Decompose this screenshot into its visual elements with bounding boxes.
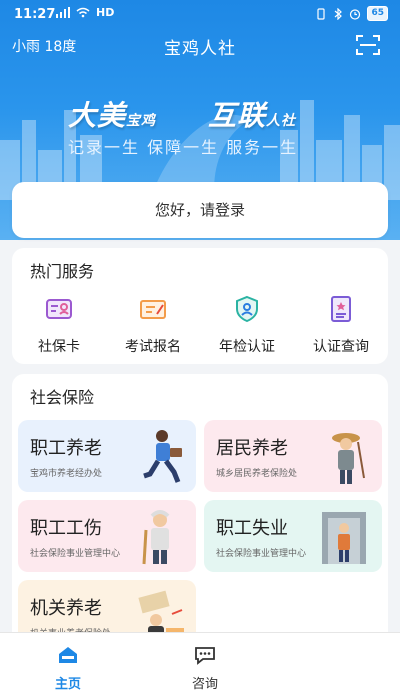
document-star-icon xyxy=(331,296,351,322)
home-icon xyxy=(59,647,77,663)
farmer-illustration xyxy=(332,433,365,484)
status-time: 11:27 xyxy=(14,7,56,22)
card-unemployment[interactable]: 职工失业 社会保险事业管理中心 xyxy=(204,500,382,572)
card-employee-pension[interactable]: 职工养老 宝鸡市养老经办处 xyxy=(18,420,196,492)
network-type: HD xyxy=(96,6,115,19)
id-card-icon xyxy=(46,299,72,319)
banner-tagline: 记录一生 保障一生 服务一生 xyxy=(68,138,299,157)
shield-user-icon xyxy=(236,295,258,323)
tab-home[interactable]: 主页 xyxy=(40,645,96,692)
slogan-left: 大美宝鸡 xyxy=(68,99,157,132)
bottom-navigation: 主页 咨询 xyxy=(0,632,400,700)
exam-form-icon xyxy=(140,300,166,319)
signal-icon xyxy=(56,7,70,18)
chat-bubble-icon xyxy=(195,647,215,665)
service-exam-registration[interactable]: 考试报名 xyxy=(108,294,198,356)
service-annual-verification[interactable]: 年检认证 xyxy=(202,294,292,356)
scan-icon[interactable] xyxy=(356,34,380,56)
wifi-icon xyxy=(76,7,90,18)
login-prompt-button[interactable]: 您好，请登录 xyxy=(12,182,388,238)
social-insurance-panel: 社会保险 职工养老 宝鸡市养老经办处 居民养老 城乡居民养老保险处 职工工伤 社… xyxy=(12,374,388,644)
alarm-icon xyxy=(350,8,361,20)
status-bar: 11:27 HD 65 xyxy=(0,0,400,28)
service-verification-query[interactable]: 认证查询 xyxy=(296,294,386,356)
elevator-man-illustration xyxy=(322,512,366,564)
card-resident-pension[interactable]: 居民养老 城乡居民养老保险处 xyxy=(204,420,382,492)
section-title: 社会保险 xyxy=(30,384,95,410)
running-man-illustration xyxy=(143,430,182,483)
hot-services-panel: 热门服务 社保卡 考试报名 年检认证 认证查询 xyxy=(12,248,388,364)
slogan-right: 互联人社 xyxy=(208,99,297,132)
injured-worker-illustration xyxy=(142,510,170,565)
vibrate-icon xyxy=(317,7,326,20)
battery-indicator: 65 xyxy=(367,6,388,21)
bluetooth-icon xyxy=(335,7,343,20)
tab-consult[interactable]: 咨询 xyxy=(180,645,230,692)
service-social-card[interactable]: 社保卡 xyxy=(14,294,104,356)
section-title: 热门服务 xyxy=(30,258,95,284)
page-title: 宝鸡人社 xyxy=(164,39,236,59)
card-work-injury[interactable]: 职工工伤 社会保险事业管理中心 xyxy=(18,500,196,572)
